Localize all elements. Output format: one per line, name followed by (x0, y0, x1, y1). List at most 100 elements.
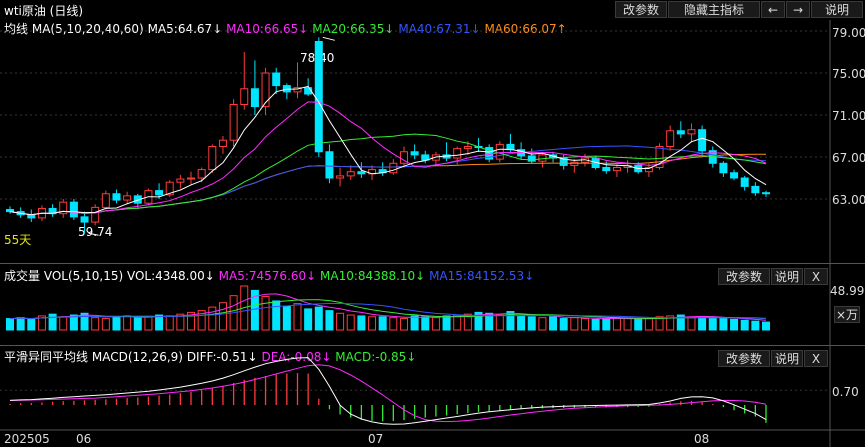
volume-bar (357, 315, 366, 331)
volume-bar (314, 306, 323, 331)
volume-bar (719, 318, 728, 331)
candle-body (612, 167, 621, 172)
volume-bar (698, 316, 707, 331)
volume-bar (570, 317, 579, 331)
candle-body (719, 162, 728, 174)
volume-bar (27, 318, 36, 331)
volume-bar (740, 319, 749, 331)
volume-bar (272, 300, 281, 331)
volume-bar (261, 296, 270, 331)
candle-body (676, 130, 685, 135)
macd-diff-line (9, 357, 767, 425)
volume-bar (591, 318, 600, 331)
volume-bar (293, 303, 302, 331)
volume-bar (144, 316, 153, 331)
candle-body (740, 177, 749, 187)
candle-body (762, 192, 770, 195)
volume-bar (644, 318, 653, 331)
candle-body (314, 41, 323, 153)
candle-body (272, 72, 281, 87)
volume-bar (495, 314, 504, 331)
volume-bar (559, 318, 568, 331)
price-ma20-line (9, 133, 767, 216)
candle-body (730, 172, 739, 179)
candle-body (527, 155, 536, 162)
volume-bar (208, 306, 217, 331)
candle-body (463, 146, 472, 150)
candle-body (495, 143, 504, 160)
volume-bar (48, 313, 57, 331)
candle-body (218, 139, 227, 147)
volume-bar (730, 318, 739, 331)
candle-body (698, 129, 707, 152)
volume-bar (517, 315, 526, 331)
candlestick-chart[interactable] (0, 0, 865, 447)
volume-bar (751, 320, 760, 331)
volume-bar (155, 314, 164, 331)
volume-bar (304, 308, 313, 331)
candle-body (687, 129, 696, 135)
volume-bar (623, 318, 632, 331)
price-ma40-line (9, 145, 767, 216)
candle-body (453, 148, 462, 159)
candle-body (69, 201, 78, 218)
volume-bar (165, 315, 174, 331)
volume-bar (91, 317, 100, 331)
volume-bar (580, 318, 589, 331)
volume-bar (6, 318, 14, 331)
candle-body (123, 195, 132, 201)
candle-body (112, 193, 121, 201)
candle-body (155, 190, 164, 196)
candle-body (336, 175, 345, 179)
volume-bar (527, 316, 536, 331)
candle-body (751, 185, 760, 194)
candle-body (91, 206, 100, 223)
candle-body (80, 216, 89, 223)
volume-bar (325, 310, 334, 331)
candle-body (176, 178, 185, 183)
volume-bar (101, 318, 110, 331)
volume-bar (612, 317, 621, 331)
volume-bar (687, 317, 696, 331)
volume-bar (506, 311, 515, 331)
volume-bar (399, 318, 408, 331)
candle-body (6, 209, 14, 213)
candle-body (666, 130, 675, 147)
volume-bar (16, 317, 25, 331)
candle-body (410, 151, 419, 156)
volume-bar (549, 316, 558, 331)
candle-body (346, 171, 355, 177)
volume-bar (112, 316, 121, 331)
candle-body (240, 88, 249, 105)
candle-body (261, 72, 270, 108)
volume-bar (282, 305, 291, 331)
volume-bar (431, 317, 440, 331)
candle-body (187, 177, 196, 180)
high-marker (322, 36, 335, 41)
volume-bar (336, 312, 345, 331)
candle-body (389, 162, 398, 174)
candle-body (357, 171, 366, 175)
volume-bar (634, 318, 643, 331)
low-marker (88, 232, 99, 236)
candle-body (101, 193, 110, 208)
candle-body (325, 151, 334, 179)
volume-bar (59, 316, 68, 331)
volume-bar (123, 315, 132, 331)
volume-bar (762, 321, 770, 331)
volume-bar (538, 317, 547, 331)
volume-bar (346, 314, 355, 331)
candle-body (602, 167, 611, 172)
volume-bar (421, 316, 430, 331)
volume-bar (378, 316, 387, 331)
volume-bar (389, 317, 398, 331)
volume-bar (602, 318, 611, 331)
volume-bar (133, 317, 142, 331)
volume-bar (218, 302, 227, 331)
volume-bar (453, 314, 462, 331)
volume-bar (368, 316, 377, 331)
volume-bar (410, 315, 419, 331)
candle-body (229, 104, 238, 141)
volume-bar (708, 317, 717, 331)
candle-body (250, 88, 259, 108)
